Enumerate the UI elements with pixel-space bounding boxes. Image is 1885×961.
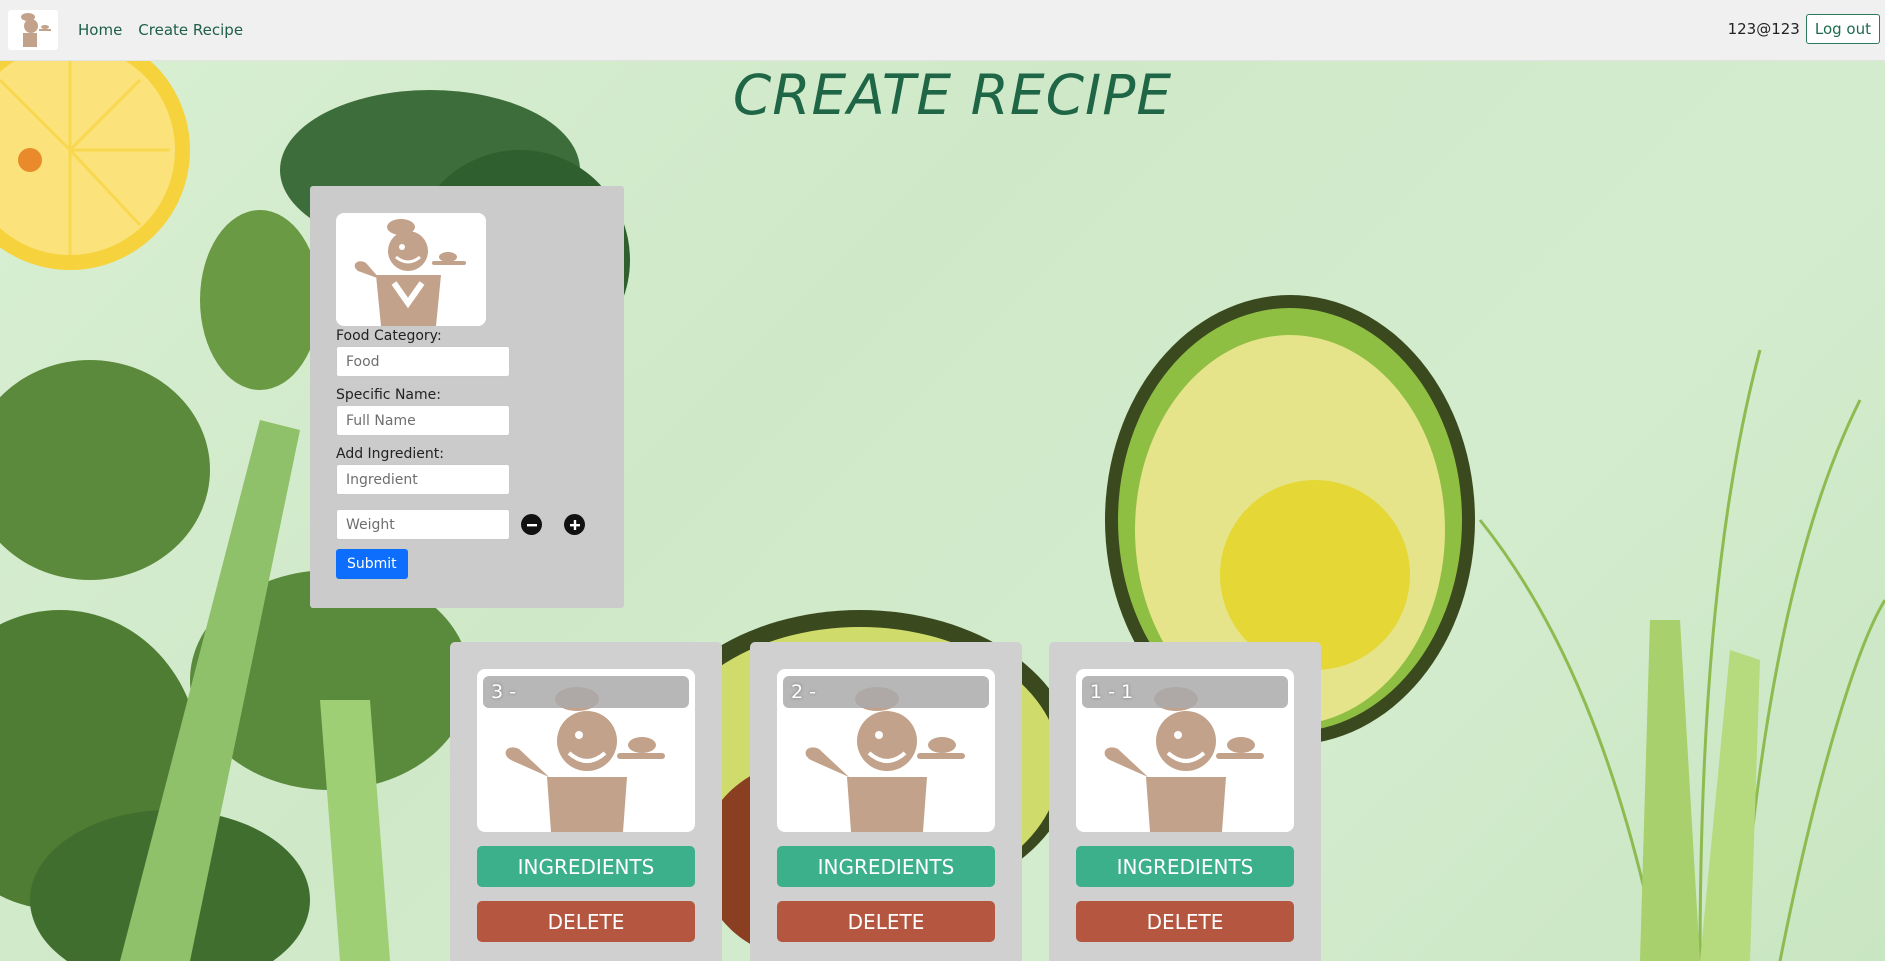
create-recipe-form: Food Category: Specific Name: Add Ingred… (310, 186, 624, 608)
ingredients-button[interactable]: INGREDIENTS (477, 846, 695, 887)
recipe-card: 3 - INGREDIENTS DELETE (450, 642, 722, 961)
submit-button[interactable]: Submit (336, 549, 408, 579)
recipe-caption: 1 - 1 (1082, 676, 1288, 708)
chef-icon (336, 213, 486, 326)
delete-button[interactable]: DELETE (777, 901, 995, 942)
weight-input[interactable] (336, 509, 510, 540)
chef-logo-icon[interactable] (8, 10, 58, 50)
recipe-card: 1 - 1 INGREDIENTS DELETE (1049, 642, 1321, 961)
nav-link-home[interactable]: Home (78, 21, 122, 39)
weight-row (336, 509, 598, 540)
add-ingredient-label: Add Ingredient: (336, 446, 444, 462)
ingredients-button[interactable]: INGREDIENTS (777, 846, 995, 887)
plus-circle-icon[interactable] (564, 514, 585, 535)
logout-button[interactable]: Log out (1805, 14, 1880, 44)
user-email: 123@123 (1727, 20, 1800, 38)
food-category-input[interactable] (336, 346, 510, 377)
page-title: CREATE RECIPE (732, 63, 1173, 127)
ingredient-input[interactable] (336, 464, 510, 495)
specific-name-label: Specific Name: (336, 387, 441, 403)
delete-button[interactable]: DELETE (1076, 901, 1294, 942)
recipe-caption: 2 - (783, 676, 989, 708)
recipe-card: 2 - INGREDIENTS DELETE (750, 642, 1022, 961)
user-area: 123@123 Log out (1728, 14, 1880, 44)
food-category-label: Food Category: (336, 328, 442, 344)
recipe-image: 2 - (777, 669, 995, 832)
ingredients-button[interactable]: INGREDIENTS (1076, 846, 1294, 887)
specific-name-input[interactable] (336, 405, 510, 436)
nav-link-create-recipe[interactable]: Create Recipe (138, 21, 243, 39)
recipe-image: 1 - 1 (1076, 669, 1294, 832)
recipe-caption: 3 - (483, 676, 689, 708)
minus-circle-icon[interactable] (521, 514, 542, 535)
delete-button[interactable]: DELETE (477, 901, 695, 942)
recipe-image: 3 - (477, 669, 695, 832)
top-navbar: Home Create Recipe 123@123 Log out (0, 0, 1885, 61)
